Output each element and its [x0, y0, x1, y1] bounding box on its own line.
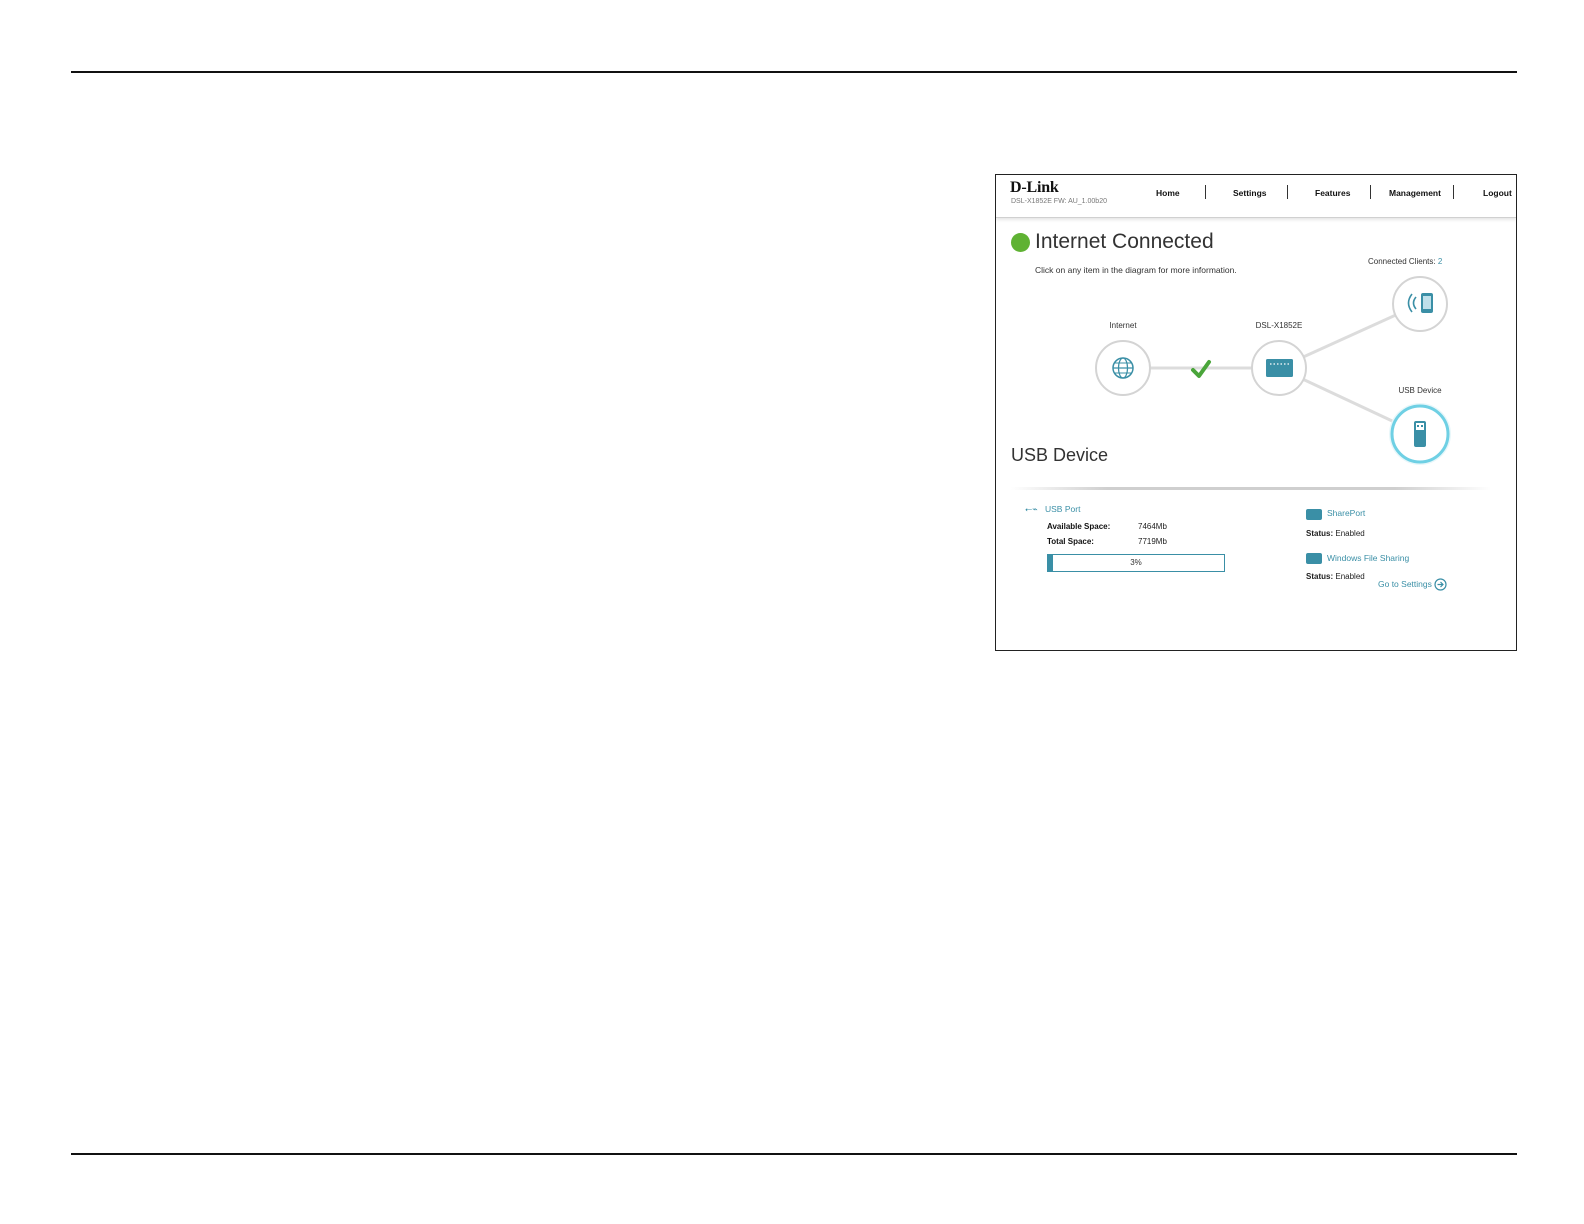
windows-file-sharing-link[interactable]: Windows File Sharing — [1327, 553, 1409, 563]
usage-progress-text: 3% — [1130, 558, 1142, 567]
connected-clients-count: 2 — [1437, 257, 1443, 266]
usb-device-node[interactable] — [1389, 403, 1451, 465]
router-node[interactable] — [1251, 340, 1307, 396]
windows-file-sharing-icon — [1306, 553, 1322, 564]
usb-port-label: USB Port — [1045, 504, 1081, 514]
available-space-label: Available Space: — [1047, 522, 1111, 531]
go-to-settings-link[interactable]: Go to Settings — [1378, 578, 1447, 591]
usb-node-label: USB Device — [1398, 386, 1442, 395]
total-space-value: 7719Mb — [1138, 537, 1167, 546]
arrow-right-circle-icon — [1434, 578, 1447, 591]
usage-progress-bar: 3% — [1047, 554, 1225, 572]
shareport-status-label: Status: — [1306, 529, 1334, 538]
wfs-status-label: Status: — [1306, 572, 1334, 581]
available-space-value: 7464Mb — [1138, 522, 1167, 531]
shareport-status-value: Enabled — [1335, 529, 1365, 538]
connected-clients-text: Connected Clients: — [1368, 257, 1436, 266]
wfs-status: Status: Enabled — [1306, 572, 1365, 581]
router-ui-screenshot: D-Link DSL-X1852E FW: AU_1.00b20 Home Se… — [995, 174, 1517, 651]
internet-node-label: Internet — [1109, 321, 1137, 330]
usb-stick-icon — [1414, 421, 1426, 447]
router-node-label: DSL-X1852E — [1255, 321, 1303, 330]
total-space-label: Total Space: — [1047, 537, 1094, 546]
section-divider — [1011, 487, 1491, 490]
shareport-icon — [1306, 509, 1322, 520]
router-icon — [1266, 359, 1293, 377]
shareport-link[interactable]: SharePort — [1327, 508, 1365, 518]
page-bottom-rule — [71, 1153, 1517, 1155]
shareport-status: Status: Enabled — [1306, 529, 1365, 538]
go-to-settings-label: Go to Settings — [1378, 578, 1432, 589]
clients-node[interactable] — [1392, 276, 1448, 332]
wfs-status-value: Enabled — [1335, 572, 1365, 581]
page-top-rule — [71, 71, 1517, 73]
internet-node[interactable] — [1095, 340, 1151, 396]
usb-symbol-icon: ⭠⌁ — [1025, 504, 1038, 514]
connected-clients-label: Connected Clients: 2 — [1368, 257, 1478, 266]
usb-section-title: USB Device — [1011, 445, 1109, 465]
